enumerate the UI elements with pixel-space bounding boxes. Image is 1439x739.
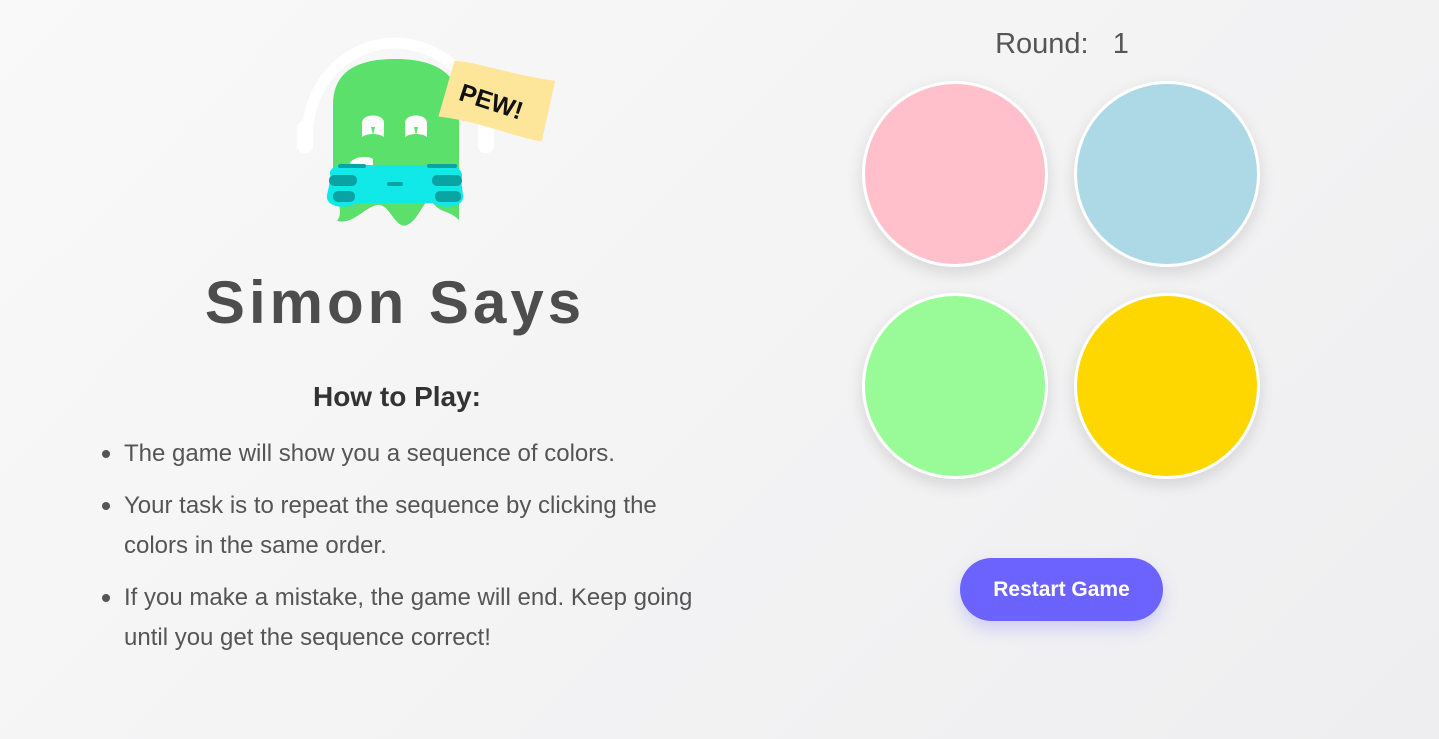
bullet-dot-icon — [102, 450, 110, 458]
color-pad-green[interactable] — [862, 293, 1048, 479]
restart-game-button[interactable]: Restart Game — [960, 558, 1163, 621]
page-title: Simon Says — [0, 268, 790, 337]
instruction-text: The game will show you a sequence of col… — [124, 440, 615, 467]
page-title-text: Simon Says — [204, 269, 586, 336]
instruction-text: Your task is to repeat the sequence by c… — [124, 492, 657, 559]
bullet-dot-icon — [102, 594, 110, 602]
gamer-ghost-logo-icon: PEW! — [297, 37, 555, 226]
list-item: If you make a mistake, the game will end… — [102, 578, 694, 658]
round-value: 1 — [1112, 28, 1129, 60]
color-pad-pink[interactable] — [862, 81, 1048, 267]
instructions-list: The game will show you a sequence of col… — [102, 434, 694, 670]
list-item: The game will show you a sequence of col… — [102, 434, 694, 474]
intro-panel: PEW! Simon Says How to Play: The game wi… — [0, 0, 790, 739]
instructions-heading: How to Play: — [312, 381, 481, 412]
round-label: Round: — [995, 28, 1089, 60]
instruction-text: If you make a mistake, the game will end… — [124, 584, 693, 651]
list-item: Your task is to repeat the sequence by c… — [102, 486, 694, 566]
round-indicator: Round: 1 — [862, 28, 1262, 61]
bullet-dot-icon — [102, 502, 110, 510]
color-pad-blue[interactable] — [1074, 81, 1260, 267]
color-pad-yellow[interactable] — [1074, 293, 1260, 479]
